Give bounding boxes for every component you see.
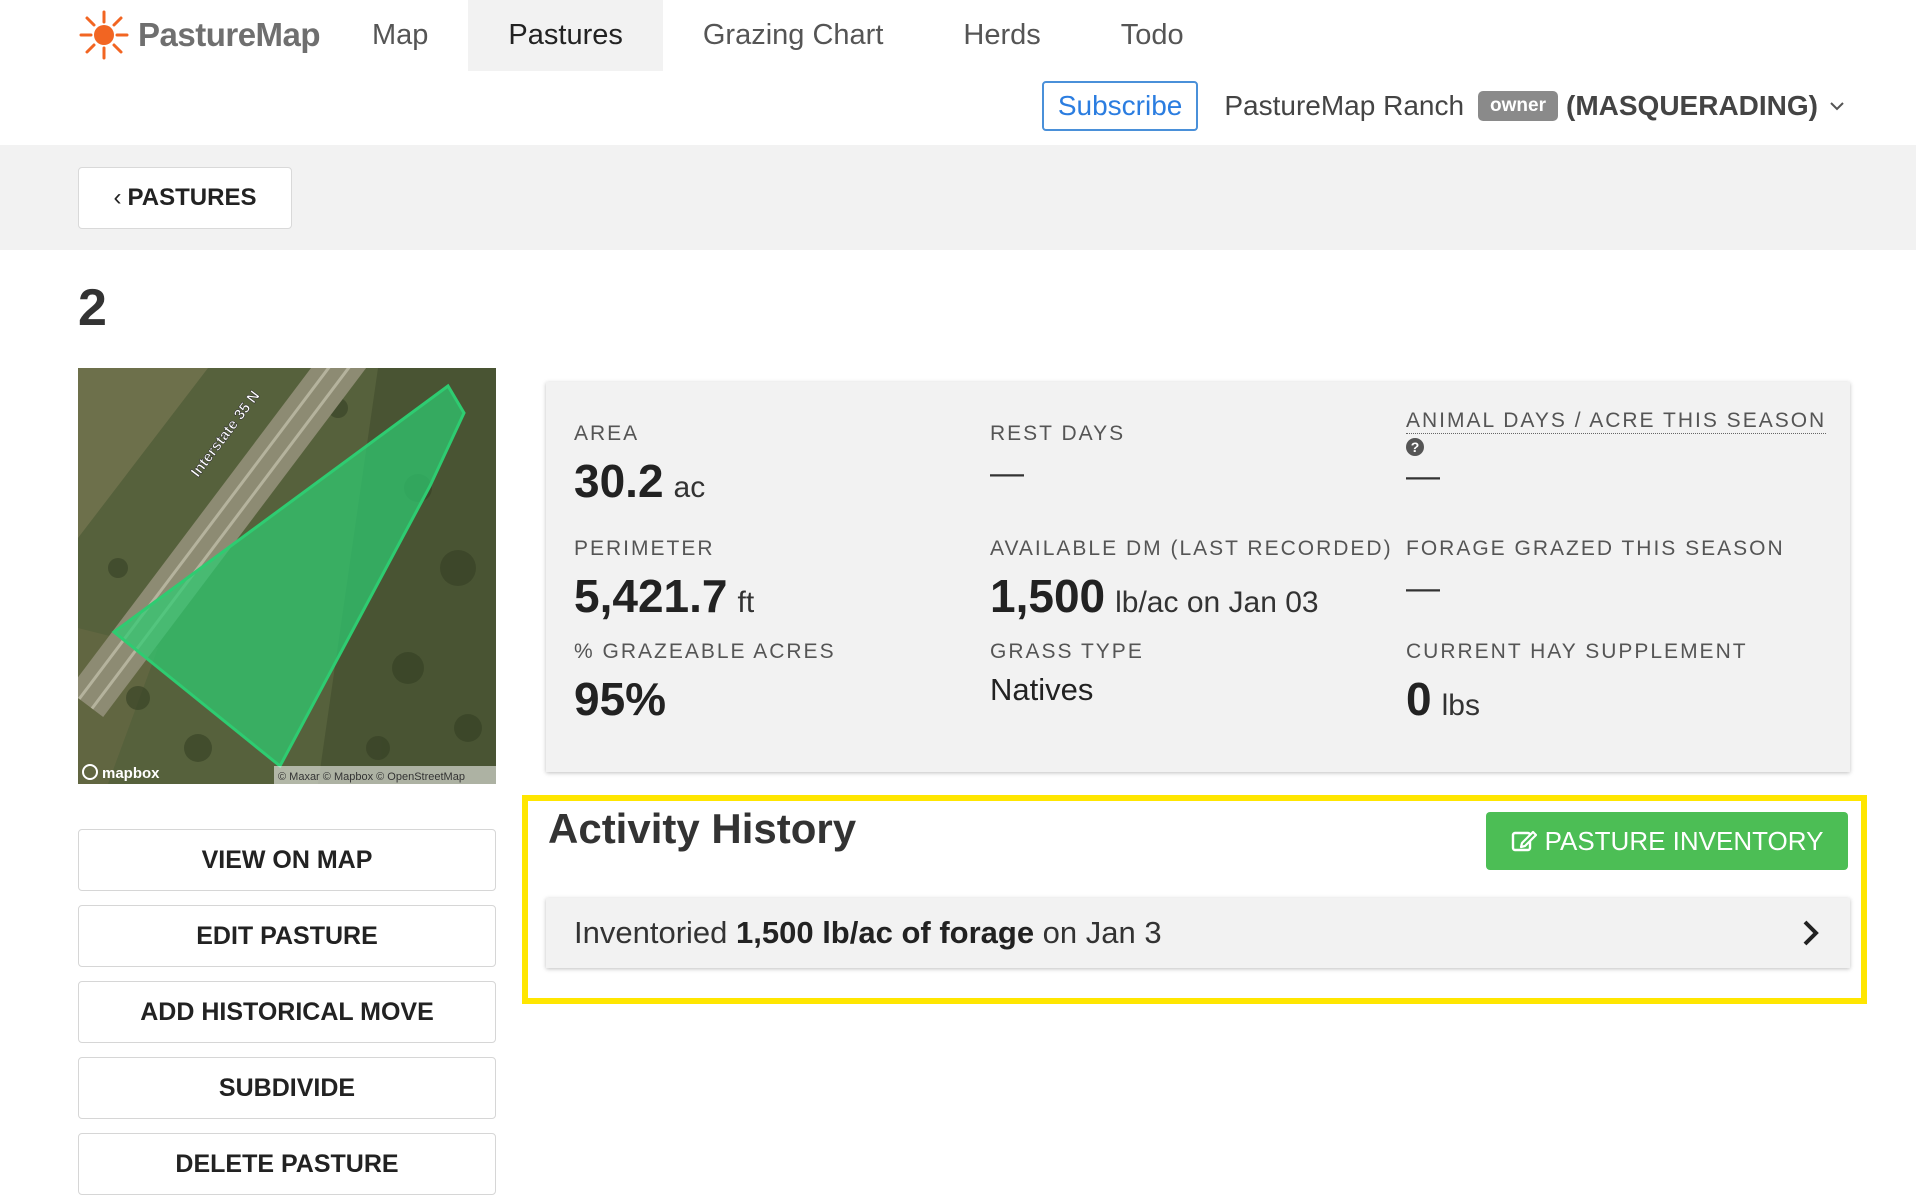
pasture-map-thumbnail[interactable]: Interstate 35 N mapbox © Maxar © Mapbox … (78, 368, 496, 784)
brand-name: PastureMap (138, 16, 321, 53)
grass-type-value: Natives (990, 672, 1094, 707)
masquerade-label[interactable]: (MASQUERADING) (1566, 90, 1818, 122)
grazeable-value: 95% (574, 673, 667, 725)
stat-label: CURRENT HAY SUPPLEMENT (1406, 640, 1748, 663)
activity-suffix: on Jan 3 (1034, 915, 1162, 950)
hay-supplement-value: 0 (1406, 673, 1432, 725)
area-value: 30.2 (574, 455, 664, 507)
stat-animal-days: ANIMAL DAYS / ACRE THIS SEASON ? — (1406, 409, 1827, 496)
main-nav-tabs: Map Pastures Grazing Chart Herds Todo (332, 0, 1224, 71)
animal-days-value: — (1406, 457, 1440, 495)
stat-forage-grazed: FORAGE GRAZED THIS SEASON — (1406, 537, 1785, 608)
stat-label: GRASS TYPE (990, 640, 1144, 663)
stat-value-row: 0 lbs (1406, 672, 1748, 726)
stat-label: % GRAZEABLE ACRES (574, 640, 836, 663)
edit-icon (1511, 830, 1537, 852)
available-dm-unit: lb/ac on Jan 03 (1115, 586, 1319, 619)
back-button-label: PASTURES (127, 184, 257, 211)
hay-supplement-unit: lbs (1441, 689, 1480, 722)
stat-available-dm: AVAILABLE DM (LAST RECORDED) 1,500 lb/ac… (990, 537, 1393, 623)
add-historical-move-button[interactable]: ADD HISTORICAL MOVE (78, 981, 496, 1043)
rest-days-value: — (990, 454, 1024, 492)
user-bar: Subscribe PastureMap Ranch owner (MASQUE… (1041, 80, 1846, 132)
role-badge: owner (1478, 91, 1558, 121)
stat-label: AREA (574, 422, 640, 445)
stat-label: PERIMETER (574, 537, 715, 560)
nav-tab-grazing-chart[interactable]: Grazing Chart (663, 0, 924, 71)
nav-tab-todo[interactable]: Todo (1081, 0, 1224, 71)
stat-label: REST DAYS (990, 422, 1126, 445)
back-to-pastures-button[interactable]: ‹ PASTURES (78, 167, 292, 229)
question-circle-icon[interactable]: ? (1406, 438, 1424, 456)
forage-grazed-value: — (1406, 569, 1440, 607)
stat-perimeter: PERIMETER 5,421.7 ft (574, 537, 754, 623)
chevron-down-icon[interactable] (1828, 97, 1846, 115)
perimeter-value: 5,421.7 (574, 570, 728, 622)
page-title: 2 (78, 279, 107, 337)
edit-pasture-button[interactable]: EDIT PASTURE (78, 905, 496, 967)
view-on-map-button[interactable]: VIEW ON MAP (78, 829, 496, 891)
subscribe-button[interactable]: Subscribe (1041, 81, 1199, 131)
pasture-inventory-label: PASTURE INVENTORY (1544, 825, 1824, 856)
activity-amount: 1,500 lb/ac of forage (736, 915, 1035, 950)
activity-prefix: Inventoried (574, 915, 736, 950)
activity-history-title: Activity History (548, 805, 857, 852)
map-attribution[interactable]: © Maxar © Mapbox © OpenStreetMap (278, 771, 465, 783)
activity-list-item[interactable]: Inventoried 1,500 lb/ac of forage on Jan… (546, 898, 1850, 968)
stat-value-row: Natives (990, 672, 1144, 708)
stat-value-row: 1,500 lb/ac on Jan 03 (990, 569, 1393, 623)
top-navbar: PastureMap Map Pastures Grazing Chart He… (0, 0, 1916, 145)
delete-pasture-button[interactable]: DELETE PASTURE (78, 1133, 496, 1195)
mapbox-logo-text: mapbox (102, 765, 160, 782)
stat-grazeable: % GRAZEABLE ACRES 95% (574, 640, 836, 726)
nav-tab-herds[interactable]: Herds (923, 0, 1080, 71)
help-row: ? (1406, 434, 1826, 457)
ranch-name[interactable]: PastureMap Ranch (1224, 90, 1464, 122)
brand-logo[interactable]: PastureMap (78, 8, 321, 62)
stat-value-row: 95% (574, 672, 836, 726)
available-dm-value: 1,500 (990, 570, 1106, 622)
stat-hay-supplement: CURRENT HAY SUPPLEMENT 0 lbs (1406, 640, 1748, 726)
stat-value-row: — (1406, 569, 1785, 608)
pasture-stats-panel: AREA 30.2 ac PERIMETER 5,421.7 ft % GRAZ… (546, 382, 1850, 772)
perimeter-unit: ft (737, 586, 755, 619)
stat-label: FORAGE GRAZED THIS SEASON (1406, 537, 1785, 560)
breadcrumb-bar: ‹ PASTURES (0, 145, 1916, 250)
stat-area: AREA 30.2 ac (574, 422, 705, 508)
satellite-map: Interstate 35 N mapbox © Maxar © Mapbox … (78, 368, 496, 784)
stat-value-row: 5,421.7 ft (574, 569, 754, 623)
chevron-right-icon (1803, 920, 1819, 946)
stat-grass-type: GRASS TYPE Natives (990, 640, 1144, 708)
chevron-left-icon: ‹ (113, 184, 122, 211)
sun-logo-icon (79, 10, 129, 60)
stat-label[interactable]: ANIMAL DAYS / ACRE THIS SEASON (1406, 409, 1827, 434)
stat-value-row: — (990, 454, 1125, 493)
nav-tab-pastures[interactable]: Pastures (468, 0, 663, 71)
subdivide-button[interactable]: SUBDIVIDE (78, 1057, 496, 1119)
stat-rest-days: REST DAYS — (990, 422, 1125, 493)
nav-tab-map[interactable]: Map (332, 0, 468, 71)
pasture-inventory-button[interactable]: PASTURE INVENTORY (1486, 812, 1848, 870)
stat-value-row: 30.2 ac (574, 454, 705, 508)
stat-value-row: — (1406, 457, 1826, 496)
stat-label: AVAILABLE DM (LAST RECORDED) (990, 537, 1393, 560)
area-unit: ac (673, 471, 706, 504)
